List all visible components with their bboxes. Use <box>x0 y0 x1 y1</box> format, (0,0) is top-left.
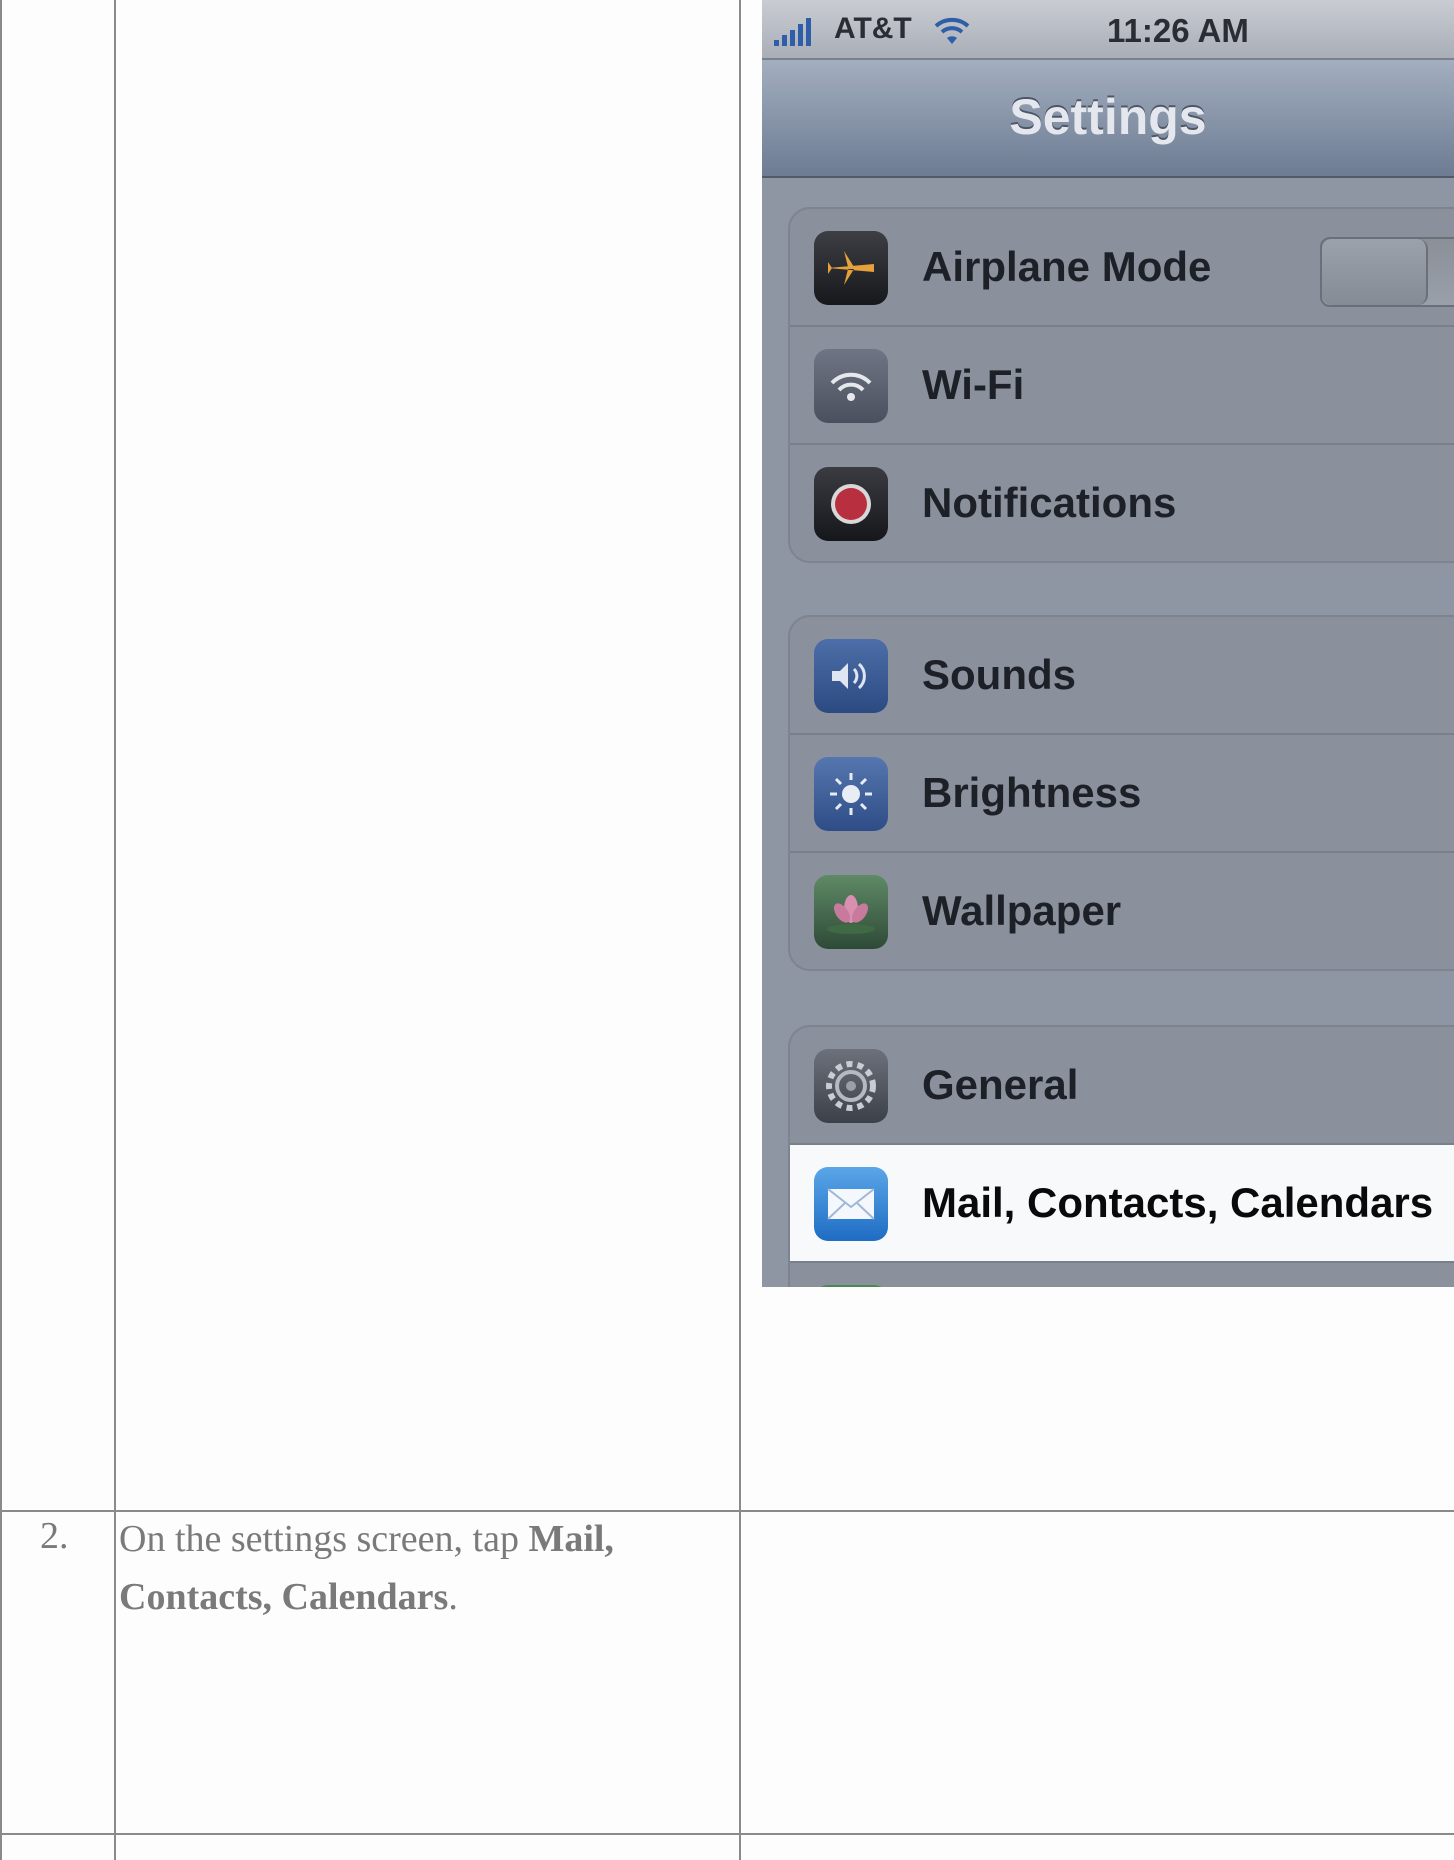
signal-strength-icon <box>774 18 811 46</box>
settings-item-airplane-mode[interactable]: Airplane Mode <box>790 209 1454 327</box>
navigation-bar: Settings <box>762 60 1454 178</box>
settings-item-sounds[interactable]: Sounds <box>790 617 1454 735</box>
settings-item-wifi[interactable]: Wi-Fi <box>790 327 1454 445</box>
iphone-settings-screenshot: AT&T 11:26 AM Settings Airplane Mode Wi-… <box>762 0 1454 1287</box>
table-column-divider-2 <box>739 0 741 1860</box>
step-number: 2. <box>40 1515 69 1557</box>
partial-app-icon <box>814 1285 888 1287</box>
airplane-icon <box>814 231 888 305</box>
step-instruction: On the settings screen, tap Mail, Contac… <box>119 1510 719 1626</box>
table-column-divider-1 <box>114 0 116 1860</box>
status-bar: AT&T 11:26 AM <box>762 0 1454 60</box>
flower-icon <box>814 875 888 949</box>
sun-icon <box>814 757 888 831</box>
toggle-knob <box>1322 239 1428 305</box>
settings-item-label: Mail, Contacts, Calendars <box>922 1179 1434 1226</box>
settings-item-label: Wi-Fi <box>922 361 1025 408</box>
status-time: 11:26 AM <box>1107 12 1249 49</box>
settings-item-next-partial <box>790 1263 1454 1287</box>
wifi-status-icon <box>934 17 970 44</box>
settings-item-notifications[interactable]: Notifications <box>790 445 1454 561</box>
settings-item-label: Brightness <box>922 769 1142 816</box>
settings-item-general[interactable]: General <box>790 1027 1454 1145</box>
step-text-before: On the settings screen, tap <box>119 1518 529 1560</box>
settings-item-label: Wallpaper <box>922 887 1122 934</box>
settings-item-label: Notifications <box>922 479 1177 526</box>
settings-item-wallpaper[interactable]: Wallpaper <box>790 853 1454 969</box>
mail-icon <box>814 1167 888 1241</box>
settings-item-mail-contacts-calendars[interactable]: Mail, Contacts, Calendars <box>790 1145 1454 1263</box>
gear-icon <box>814 1049 888 1123</box>
speaker-icon <box>814 639 888 713</box>
settings-item-label: General <box>922 1061 1079 1108</box>
wifi-icon <box>814 349 888 423</box>
settings-item-label: Airplane Mode <box>922 243 1212 290</box>
airplane-mode-toggle[interactable] <box>1320 237 1454 307</box>
settings-group-display: Sounds Brightness Wallpaper <box>788 615 1454 971</box>
table-border-left <box>0 0 2 1860</box>
settings-group-connectivity: Airplane Mode Wi-Fi Notifications <box>788 207 1454 563</box>
settings-item-brightness[interactable]: Brightness <box>790 735 1454 853</box>
page-title: Settings <box>1009 89 1207 145</box>
settings-group-apps: General Mail, Contacts, Calendars <box>788 1025 1454 1287</box>
carrier-label: AT&T <box>834 12 912 45</box>
settings-item-label: Sounds <box>922 651 1076 698</box>
table-row-divider-2 <box>0 1833 1454 1835</box>
step-text-after: . <box>448 1576 458 1618</box>
notifications-icon <box>814 467 888 541</box>
